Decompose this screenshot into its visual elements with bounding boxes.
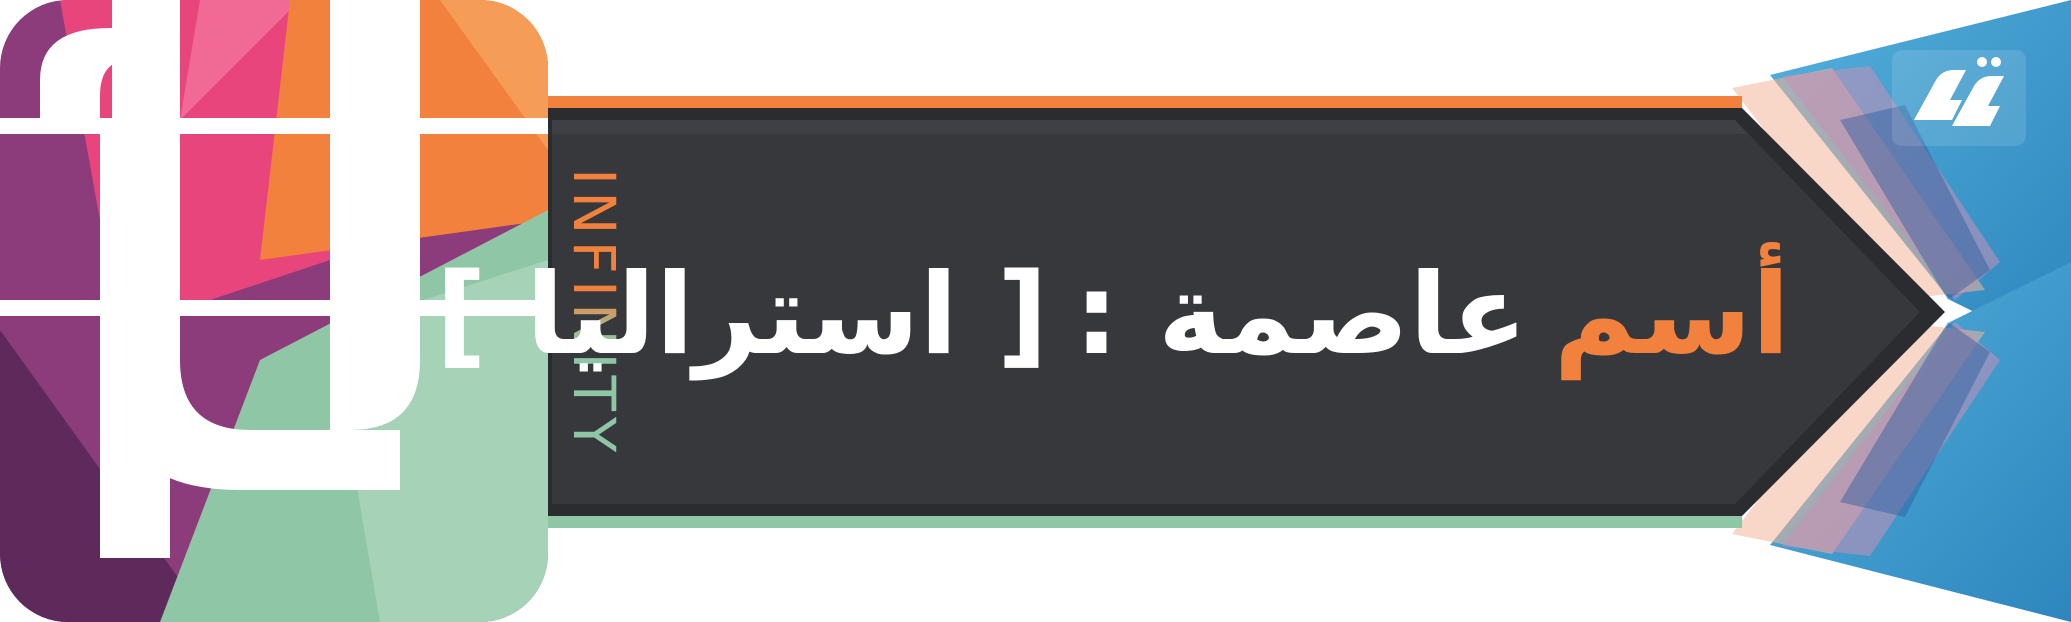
logo-letter-t-right (330, 0, 420, 430)
brand-mark-left-shape (1914, 70, 1966, 120)
brand-mark-glyph (1914, 57, 2004, 126)
ribbon-top-stripe (545, 96, 1742, 108)
brand-mark-dot-left (1977, 57, 1987, 67)
banner-card: INFINITY أسم عاصمة : [ استراليا ] (0, 0, 2071, 622)
ribbon-bottom-stripe (545, 516, 1742, 528)
title-main-words: عاصمة : (1074, 250, 1528, 380)
logo-crossbar-top (0, 118, 548, 134)
title-answer: [ استراليا ] (435, 250, 1049, 380)
ribbon-top-highlight (552, 120, 1748, 134)
brand-mark-icon (1892, 50, 2026, 146)
title-highlight-word: أسم (1553, 250, 1790, 380)
brand-mark-dot-right (1991, 57, 2001, 67)
banner-title: أسم عاصمة : [ استراليا ] (436, 235, 1790, 395)
